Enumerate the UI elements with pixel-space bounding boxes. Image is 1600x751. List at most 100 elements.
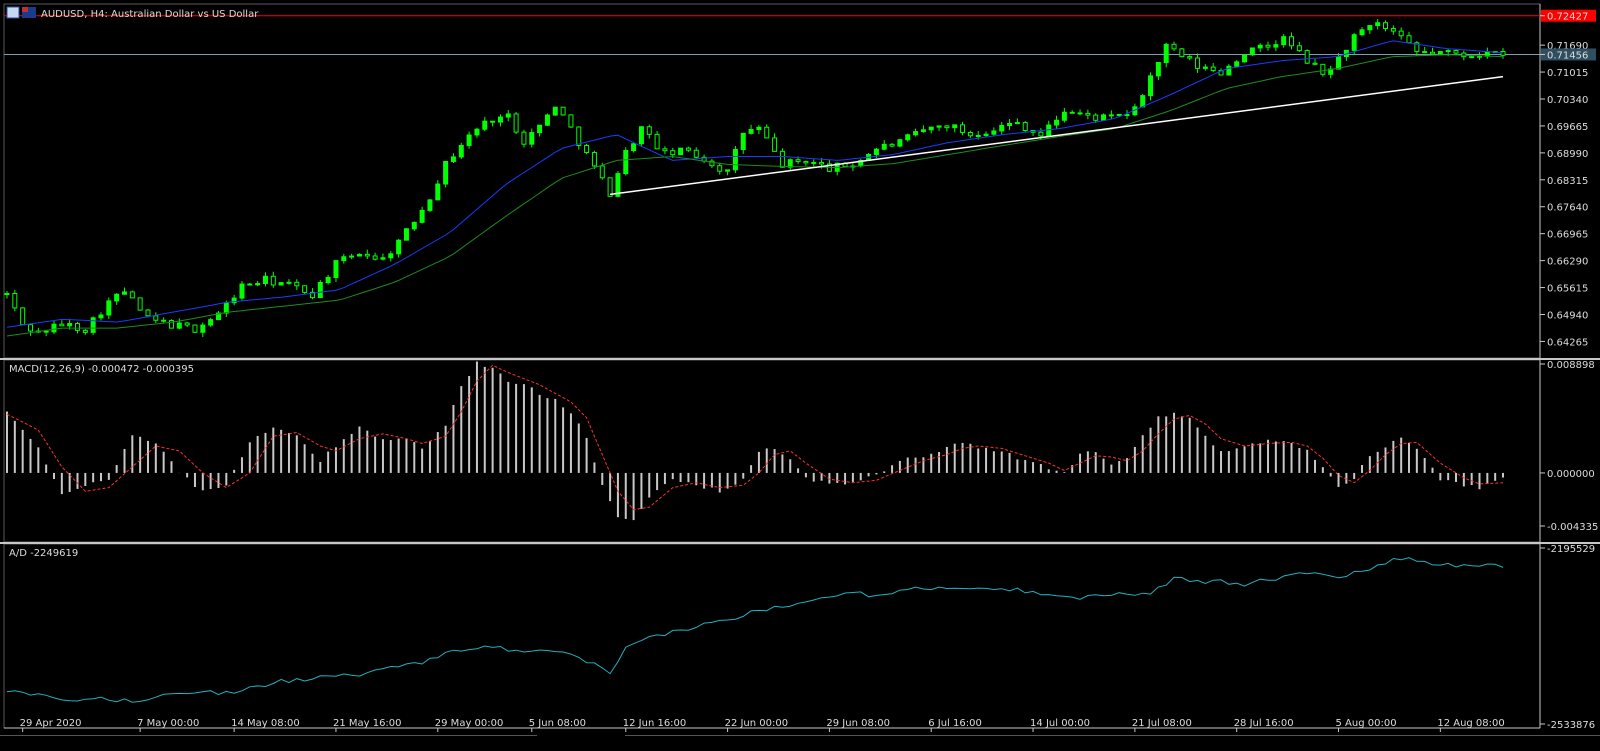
time-tick-label: 29 Jun 08:00 [826, 718, 890, 729]
candle-body [419, 209, 425, 223]
candle-body [278, 282, 284, 286]
candle-body [1430, 51, 1436, 55]
candle-body [450, 156, 456, 162]
candle-body [1375, 22, 1381, 27]
candle-body [1085, 112, 1091, 116]
candle-body [1202, 66, 1208, 69]
time-tick-label: 12 Aug 08:00 [1437, 718, 1504, 729]
candle-body [732, 149, 738, 171]
trading-chart[interactable]: 0.72427 0.71690 0.71456 0.71015 0.70340 0.696… [0, 0, 1600, 747]
candle-body [67, 323, 73, 327]
candle-body [521, 131, 527, 145]
chart-canvas[interactable]: 0.724270.716900.714560.710150.703400.696… [0, 0, 1600, 747]
candle-body [1179, 48, 1185, 58]
time-tick-label: 29 May 00:00 [435, 718, 504, 729]
candle-body [960, 124, 966, 133]
candle-body [333, 260, 339, 278]
candle-body [1469, 56, 1475, 59]
candle-body [51, 323, 57, 333]
candle-body [1116, 113, 1122, 116]
candle-body [537, 124, 543, 134]
tab-strip-right [625, 735, 1600, 736]
candle-body [380, 257, 386, 260]
candle-body [1148, 75, 1154, 97]
ad-tick-label: -2195529 [1547, 544, 1595, 555]
candle-body [388, 253, 394, 259]
price-tick-label: 0.71015 [1547, 68, 1588, 79]
candle-body [756, 126, 762, 131]
candle-body [928, 126, 934, 131]
candle-body [1242, 54, 1248, 63]
candle-body [270, 275, 276, 286]
candle-body [568, 114, 574, 128]
candle-body [1038, 131, 1044, 137]
candle-body [685, 147, 691, 151]
flag-icon-detail [22, 7, 28, 12]
candle-body [1187, 56, 1193, 59]
candle-body [466, 134, 472, 146]
candle-body [184, 322, 190, 326]
candle-body [255, 283, 261, 286]
candle-body [458, 144, 464, 158]
candle-body [1304, 50, 1310, 64]
candle-body [1069, 111, 1075, 114]
candle-body [897, 139, 903, 147]
ad-label: A/D -2249619 [9, 548, 78, 559]
candle-body [294, 281, 300, 287]
candle-body [12, 292, 18, 309]
candle-body [43, 330, 49, 333]
price-tick-label: 0.71456 [1547, 50, 1588, 61]
candle-body [1265, 44, 1271, 48]
candle-body [513, 113, 519, 133]
candle-body [27, 324, 33, 332]
chart-header: AUDUSD, H4: Australian Dollar vs US Doll… [6, 6, 259, 20]
candle-body [576, 126, 582, 146]
time-tick-label: 22 Jun 00:00 [725, 718, 789, 729]
macd-tick-label: 0.008898 [1547, 360, 1595, 371]
time-tick-label: 12 Jun 16:00 [623, 718, 687, 729]
candle-body [427, 199, 433, 211]
candle-body [435, 183, 441, 201]
candle-body [584, 144, 590, 153]
candle-body [1061, 111, 1067, 121]
candle-body [631, 143, 637, 152]
candle-body [403, 228, 409, 241]
candle-body [137, 297, 143, 311]
candle-body [341, 256, 347, 262]
candle-body [145, 309, 151, 317]
price-tick-label: 0.70340 [1547, 95, 1588, 106]
time-tick-label: 21 May 16:00 [333, 718, 402, 729]
candle-body [1273, 44, 1279, 48]
candle-body [90, 317, 96, 333]
candle-body [1453, 50, 1459, 54]
price-tick-label: 0.72427 [1547, 12, 1588, 23]
candle-body [1022, 122, 1028, 132]
candle-body [764, 126, 770, 139]
candle-body [74, 323, 80, 331]
candle-body [544, 114, 550, 126]
candle-body [944, 125, 950, 129]
candle-body [4, 292, 10, 295]
candle-body [356, 253, 362, 257]
candle-body [223, 302, 229, 314]
candle-body [1007, 122, 1013, 126]
candle-body [1312, 62, 1318, 65]
price-tick-label: 0.66965 [1547, 230, 1588, 241]
candle-body [1359, 29, 1365, 36]
chart-window-icon[interactable] [6, 6, 20, 19]
candle-body [1437, 51, 1443, 55]
candle-body [873, 148, 879, 155]
candle-body [646, 126, 652, 135]
candle-body [1163, 43, 1169, 64]
candle-body [678, 147, 684, 156]
macd-tick-label: 0.000000 [1547, 469, 1595, 480]
price-tick-label: 0.67640 [1547, 203, 1588, 214]
candle-body [623, 150, 629, 175]
candle-body [662, 148, 668, 152]
candle-body [411, 221, 417, 230]
candle-body [1108, 114, 1114, 117]
candle-body [176, 322, 182, 329]
candle-body [505, 113, 511, 118]
candle-body [913, 131, 919, 136]
candle-body [552, 106, 558, 116]
